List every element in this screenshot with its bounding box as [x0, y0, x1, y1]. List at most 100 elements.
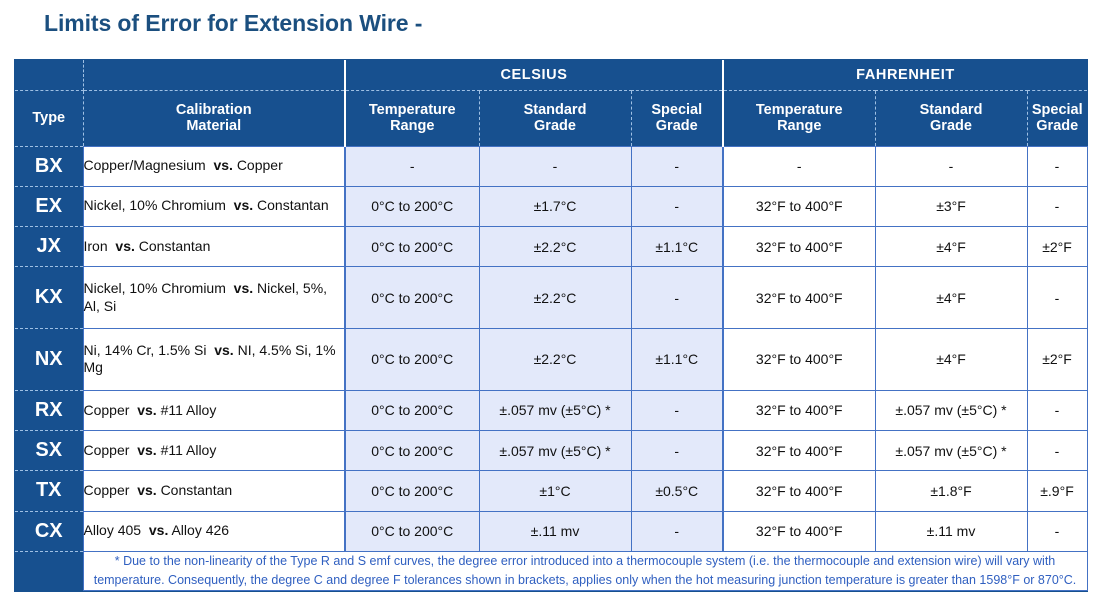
material-pre: Iron [83, 237, 108, 254]
material-vs: vs. [213, 157, 233, 174]
cell-fahrenheit-temp-range: 32°F to 400°F [722, 470, 876, 512]
cell-celsius-temp-range: 0°C to 200°C [344, 266, 480, 330]
material-vs: vs. [137, 482, 157, 499]
cell-celsius-temp-range: 0°C to 200°C [344, 470, 480, 512]
cell-celsius-temp-range: 0°C to 200°C [344, 226, 480, 268]
material-pre: Copper/Magnesium [83, 157, 206, 174]
footnote-spacer [15, 551, 83, 591]
header-group-spacer-type [15, 60, 84, 91]
cell-calibration-material: Copper/Magnesium vs. Copper [82, 145, 346, 187]
cell-fahrenheit-standard-grade: ±.057 mv (±5°C) * [874, 389, 1028, 432]
header-col-c-special-line1: Special [651, 101, 703, 118]
cell-celsius-temp-range: 0°C to 200°C [344, 185, 480, 228]
cell-calibration-material: Iron vs. Constantan [82, 226, 346, 268]
material-post: Constantan [160, 482, 233, 499]
cell-calibration-material: Nickel, 10% Chromium vs. Constantan [82, 185, 346, 228]
header-col-f-standard-line2: Grade [930, 118, 972, 134]
material-vs: vs. [137, 441, 157, 458]
cell-fahrenheit-special-grade: - [1026, 145, 1088, 187]
table-row: TX Copper vs. Constantan 0°C to 200°C ±1°C ±… [15, 470, 1088, 512]
material-post: Constantan [257, 197, 329, 214]
cell-celsius-special-grade: - [630, 389, 724, 432]
cell-fahrenheit-standard-grade: ±1.8°F [874, 470, 1028, 512]
material-pre: Nickel, 10% Chromium [83, 279, 226, 296]
cell-fahrenheit-special-grade: ±2°F [1026, 328, 1088, 391]
cell-celsius-temp-range: 0°C to 200°C [344, 430, 480, 472]
cell-fahrenheit-standard-grade: - [874, 145, 1028, 187]
cell-type: TX [15, 470, 83, 512]
table-row: EX Nickel, 10% Chromium vs. Constantan 0°C… [15, 185, 1088, 228]
cell-fahrenheit-temp-range: 32°F to 400°F [722, 266, 876, 330]
header-col-fahrenheit-temp-range: Temperature Range [722, 90, 876, 147]
material-vs: vs. [115, 237, 135, 254]
material-pre: Copper [83, 482, 130, 499]
header-col-calibration-line2: Material [186, 118, 242, 134]
table-row: NX Ni, 14% Cr, 1.5% Si vs. NI, 4.5% Si, 1… [15, 328, 1088, 391]
material-vs: vs. [137, 401, 157, 418]
cell-calibration-material: Copper vs. #11 Alloy [82, 389, 346, 432]
cell-celsius-standard-grade: - [478, 145, 632, 187]
header-col-f-temp-line2: Range [777, 118, 822, 134]
material-post: Constantan [138, 237, 211, 254]
cell-fahrenheit-special-grade: - [1026, 185, 1088, 228]
table-row: RX Copper vs. #11 Alloy 0°C to 200°C ±.057 … [15, 389, 1088, 432]
cell-celsius-temp-range: 0°C to 200°C [344, 510, 480, 553]
cell-type: JX [15, 226, 83, 268]
material-pre: Copper [83, 441, 130, 458]
cell-fahrenheit-temp-range: 32°F to 400°F [722, 185, 876, 228]
cell-celsius-special-grade: - [630, 266, 724, 330]
cell-celsius-temp-range: 0°C to 200°C [344, 328, 480, 391]
cell-celsius-special-grade: ±0.5°C [630, 470, 724, 512]
header-col-f-special-line1: Special [1031, 101, 1083, 118]
cell-fahrenheit-standard-grade: ±4°F [874, 226, 1028, 268]
material-pre: Alloy 405 [83, 522, 142, 539]
cell-fahrenheit-temp-range: 32°F to 400°F [722, 510, 876, 553]
header-col-f-standard-line1: Standard [919, 101, 983, 118]
cell-type: EX [15, 186, 83, 228]
cell-fahrenheit-temp-range: 32°F to 400°F [722, 389, 876, 432]
cell-celsius-special-grade: ±1.1°C [630, 328, 724, 391]
table-body: BX Copper/Magnesium vs. Copper - - - - - - EX Nic… [15, 145, 1088, 553]
header-col-c-standard-line2: Grade [534, 118, 576, 134]
cell-fahrenheit-temp-range: 32°F to 400°F [722, 328, 876, 391]
cell-celsius-special-grade: - [630, 510, 724, 553]
cell-fahrenheit-temp-range: 32°F to 400°F [722, 430, 876, 472]
header-col-f-temp-line1: Temperature [755, 101, 843, 118]
header-col-calibration-line1: Calibration [175, 101, 252, 118]
page-root: Limits of Error for Extension Wire - CEL… [0, 0, 1101, 609]
material-pre: Nickel, 10% Chromium [83, 197, 226, 214]
cell-type: RX [15, 390, 83, 432]
header-col-c-special-line2: Grade [655, 118, 698, 134]
cell-fahrenheit-standard-grade: ±.11 mv [874, 510, 1028, 553]
cell-calibration-material: Alloy 405 vs. Alloy 426 [82, 510, 346, 553]
cell-fahrenheit-temp-range: 32°F to 400°F [722, 226, 876, 268]
limits-of-error-table: CELSIUS FAHRENHEIT Type Calibration Mate… [15, 60, 1088, 591]
cell-celsius-standard-grade: ±2.2°C [478, 266, 632, 330]
table-row: SX Copper vs. #11 Alloy 0°C to 200°C ±.057 … [15, 430, 1088, 472]
header-group-celsius: CELSIUS [344, 60, 723, 91]
material-post: #11 Alloy [160, 401, 217, 418]
header-col-celsius-temp-range: Temperature Range [344, 90, 480, 147]
header-column-row: Type Calibration Material Temperature Ra… [15, 90, 1087, 147]
cell-celsius-standard-grade: ±.057 mv (±5°C) * [478, 389, 632, 432]
cell-calibration-material: Copper vs. Constantan [82, 470, 346, 512]
cell-celsius-standard-grade: ±2.2°C [478, 328, 632, 391]
header-col-type: Type [15, 90, 84, 147]
cell-celsius-special-grade: - [630, 185, 724, 228]
limits-of-error-table-container: CELSIUS FAHRENHEIT Type Calibration Mate… [14, 59, 1088, 592]
header-col-calibration-material: Calibration Material [83, 90, 345, 147]
table-row: KX Nickel, 10% Chromium vs. Nickel, 5%, A… [15, 266, 1088, 330]
cell-fahrenheit-special-grade: ±2°F [1026, 226, 1088, 268]
header-group-fahrenheit: FAHRENHEIT [722, 60, 1087, 91]
footnote-row: * Due to the non-linearity of the Type R… [15, 551, 1088, 591]
header-col-c-temp-line2: Range [390, 118, 435, 134]
header-col-fahrenheit-standard-grade: Standard Grade [875, 90, 1028, 147]
table-row: CX Alloy 405 vs. Alloy 426 0°C to 200°C ±.1… [15, 510, 1088, 553]
cell-fahrenheit-standard-grade: ±4°F [874, 328, 1028, 391]
cell-celsius-special-grade: - [630, 145, 724, 187]
cell-fahrenheit-special-grade: - [1026, 266, 1088, 330]
material-pre: Ni, 14% Cr, 1.5% Si [83, 341, 207, 358]
cell-celsius-temp-range: - [344, 145, 480, 187]
cell-calibration-material: Ni, 14% Cr, 1.5% Si vs. NI, 4.5% Si, 1% … [82, 328, 346, 391]
cell-fahrenheit-standard-grade: ±3°F [874, 185, 1028, 228]
